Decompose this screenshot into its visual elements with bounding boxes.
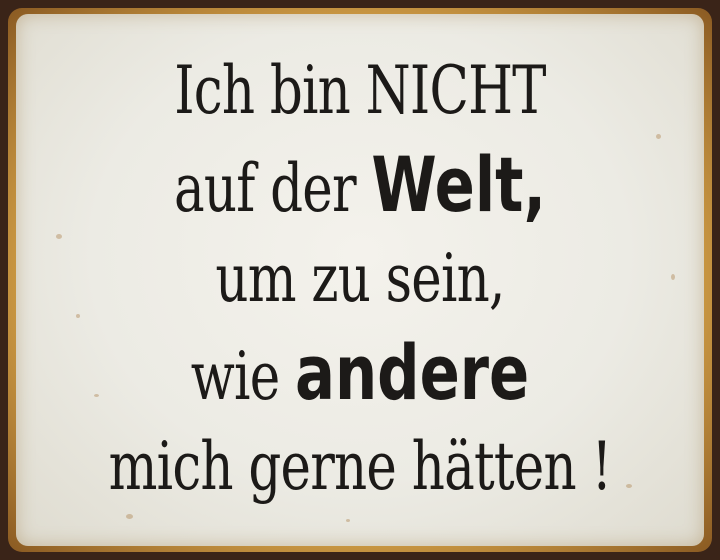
sign-line-5: mich gerne hätten ! — [92, 420, 629, 514]
line-3-text: um zu sein, — [215, 240, 505, 317]
line-1-text: Ich bin NICHT — [174, 52, 546, 129]
line-2-emphasis: Welt, — [371, 140, 547, 229]
sign-line-2: auf der Welt, — [92, 138, 629, 232]
line-5-text: mich gerne hätten ! — [108, 428, 613, 505]
rust-speck — [346, 519, 350, 522]
sign-line-1: Ich bin NICHT — [92, 44, 629, 138]
sign-text: Ich bin NICHT auf der Welt, um zu sein, … — [16, 44, 704, 514]
line-4-text: wie — [190, 338, 295, 415]
line-2-text: auf der — [173, 150, 372, 227]
line-4-emphasis: andere — [294, 328, 530, 417]
sign-line-4: wie andere — [92, 326, 629, 420]
sign-line-3: um zu sein, — [92, 232, 629, 326]
tin-sign: Ich bin NICHT auf der Welt, um zu sein, … — [0, 0, 720, 560]
rust-speck — [126, 514, 133, 519]
